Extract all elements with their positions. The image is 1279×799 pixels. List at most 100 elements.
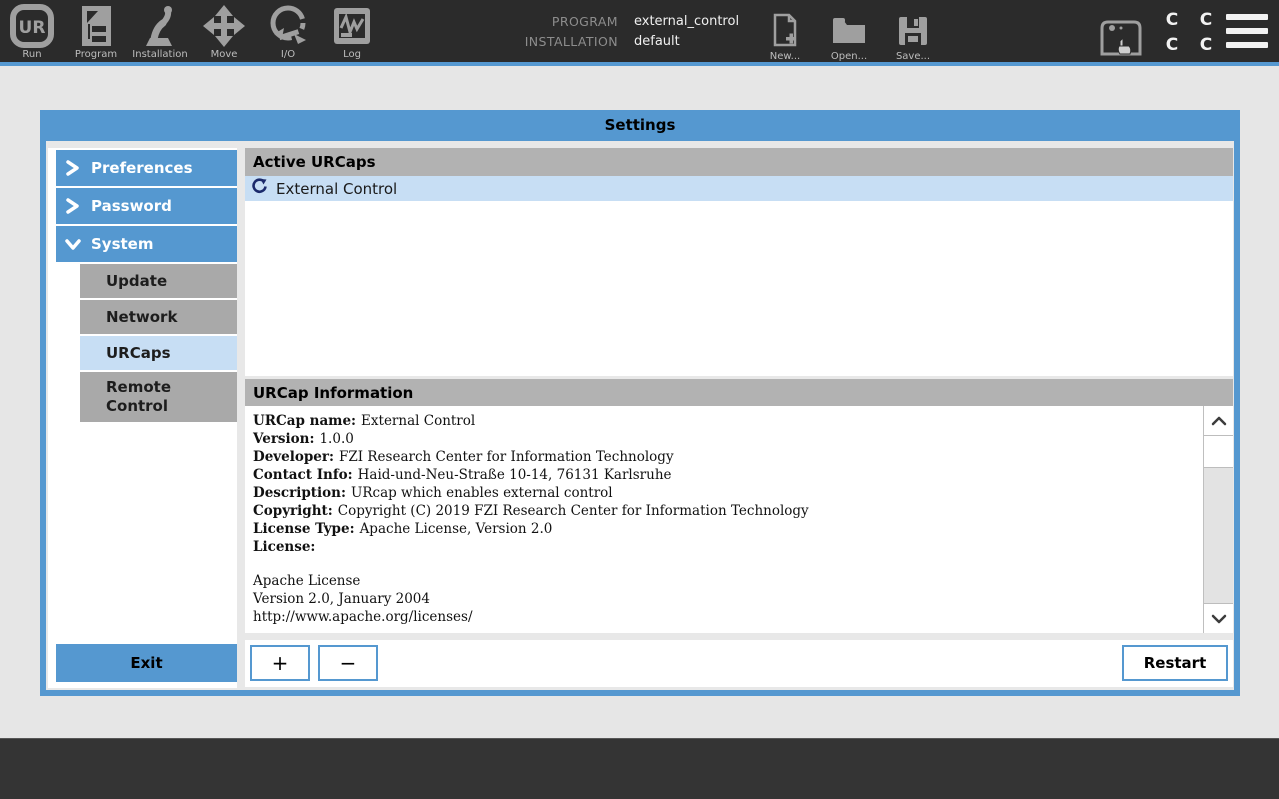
urcaps-list: External Control xyxy=(245,176,1233,376)
license-line: Apache License xyxy=(253,572,1194,590)
file-action-label: New... xyxy=(770,51,800,62)
field-label: Description: xyxy=(253,485,346,501)
tab-io[interactable]: I/O xyxy=(256,0,320,62)
urcap-information-header: URCap Information xyxy=(245,379,1233,406)
field-label: Developer: xyxy=(253,449,334,465)
info-scrollbar xyxy=(1203,406,1233,633)
chevron-right-icon xyxy=(64,159,82,177)
field-value: FZI Research Center for Information Tech… xyxy=(339,449,674,465)
svg-text:UR: UR xyxy=(19,18,46,38)
sidebar-item-remote-control[interactable]: Remote Control xyxy=(80,372,237,422)
sidebar-item-label: Password xyxy=(91,197,172,215)
urcap-list-item-external-control[interactable]: External Control xyxy=(245,176,1233,201)
sidebar-subitem-label: URCaps xyxy=(106,344,171,362)
license-line: Version 2.0, January 2004 xyxy=(253,590,1194,608)
field-value: Copyright (C) 2019 FZI Research Center f… xyxy=(338,503,809,519)
sidebar-item-label: Preferences xyxy=(91,159,193,177)
field-value: Apache License, Version 2.0 xyxy=(360,521,553,537)
exit-button[interactable]: Exit xyxy=(56,644,237,682)
tab-label: Log xyxy=(343,49,361,60)
scrollbar-thumb[interactable] xyxy=(1204,436,1233,468)
open-button[interactable]: Open... xyxy=(817,6,881,62)
sidebar-subitem-label: Remote Control xyxy=(106,378,237,416)
license-line: http://www.apache.org/licenses/ xyxy=(253,608,1194,626)
field-label: Copyright: xyxy=(253,503,333,519)
toolbar-accent-line xyxy=(0,62,1279,66)
restart-button[interactable]: Restart xyxy=(1122,645,1228,681)
blank-line xyxy=(253,556,1194,572)
new-file-icon xyxy=(769,11,801,51)
urcap-refresh-icon xyxy=(251,178,268,199)
scroll-down-button[interactable] xyxy=(1204,603,1233,633)
sidebar-item-label: System xyxy=(91,235,153,253)
scrollbar-track[interactable] xyxy=(1204,468,1233,603)
settings-sidebar: Preferences Password System Update xyxy=(48,148,237,688)
settings-dialog: Settings Preferences Password xyxy=(40,110,1240,696)
mode-indicator: C C C C xyxy=(1160,9,1218,56)
field-value: 1.0.0 xyxy=(319,431,353,447)
sidebar-item-system[interactable]: System xyxy=(56,226,237,262)
new-button[interactable]: New... xyxy=(753,6,817,62)
program-label: PROGRAM xyxy=(448,12,618,32)
sidebar-item-network[interactable]: Network xyxy=(80,300,237,334)
tab-log[interactable]: Log xyxy=(320,0,384,62)
remove-urcap-button[interactable]: − xyxy=(318,645,378,681)
mode-letter: C xyxy=(1160,9,1184,31)
field-value: External Control xyxy=(361,413,475,429)
field-label: Contact Info: xyxy=(253,467,353,483)
main-tabs: UR Run Program Installation Mo xyxy=(0,0,384,62)
file-action-label: Open... xyxy=(831,51,867,62)
mode-letter: C xyxy=(1194,9,1218,31)
move-icon xyxy=(202,3,246,49)
installation-icon xyxy=(138,3,182,49)
field-label: URCap name: xyxy=(253,413,356,429)
sidebar-item-urcaps[interactable]: URCaps xyxy=(80,336,237,370)
urcap-information-panel: URCap name:External Control Version:1.0.… xyxy=(245,406,1233,633)
installation-label: INSTALLATION xyxy=(448,32,618,52)
chevron-right-icon xyxy=(64,197,82,215)
chevron-down-icon xyxy=(64,235,82,253)
sidebar-item-password[interactable]: Password xyxy=(56,188,237,224)
sidebar-subitem-label: Network xyxy=(106,308,177,326)
tab-label: I/O xyxy=(281,49,295,60)
urcap-name: External Control xyxy=(276,180,397,198)
tab-installation[interactable]: Installation xyxy=(128,0,192,62)
mode-letter: C xyxy=(1160,34,1184,56)
tab-program[interactable]: Program xyxy=(64,0,128,62)
chevron-up-icon xyxy=(1211,415,1227,427)
tab-move[interactable]: Move xyxy=(192,0,256,62)
field-label: License Type: xyxy=(253,521,355,537)
urcap-information-text: URCap name:External Control Version:1.0.… xyxy=(245,406,1202,633)
sidebar-item-preferences[interactable]: Preferences xyxy=(56,150,237,186)
top-toolbar: UR Run Program Installation Mo xyxy=(0,0,1279,66)
status-bar: Speed 100% 15:39:05 June 14, 2019 xyxy=(0,738,1279,799)
field-label: License: xyxy=(253,539,315,555)
touchscreen-keyboard-button[interactable] xyxy=(1096,18,1146,60)
program-name-value: external_control xyxy=(634,12,739,32)
add-urcap-button[interactable]: + xyxy=(250,645,310,681)
program-icon xyxy=(76,3,116,49)
save-floppy-icon xyxy=(896,11,930,51)
ur-logo-icon: UR xyxy=(10,3,54,49)
dialog-title: Settings xyxy=(40,110,1240,141)
tab-label: Move xyxy=(211,49,238,60)
hamburger-menu-icon[interactable] xyxy=(1226,14,1268,56)
log-icon xyxy=(330,3,374,49)
urcaps-panel: Active URCaps External Control URCap Inf… xyxy=(245,148,1233,687)
file-action-label: Save... xyxy=(896,51,930,62)
save-button[interactable]: Save... xyxy=(881,6,945,62)
active-urcaps-header: Active URCaps xyxy=(245,148,1233,176)
chevron-down-icon xyxy=(1211,613,1227,625)
installation-name-value: default xyxy=(634,32,680,52)
tab-label: Run xyxy=(22,49,41,60)
file-actions: New... Open... Save... xyxy=(753,6,945,62)
tab-run[interactable]: UR Run xyxy=(0,0,64,62)
tab-label: Program xyxy=(75,49,117,60)
polyscope-screen: UR Run Program Installation Mo xyxy=(0,0,1279,799)
open-folder-icon xyxy=(830,11,868,51)
scroll-up-button[interactable] xyxy=(1204,406,1233,436)
field-value: Haid-und-Neu-Straße 10-14, 76131 Karlsru… xyxy=(358,467,672,483)
sidebar-item-update[interactable]: Update xyxy=(80,264,237,298)
urcaps-action-bar: + − Restart xyxy=(245,640,1233,687)
io-icon xyxy=(266,3,310,49)
